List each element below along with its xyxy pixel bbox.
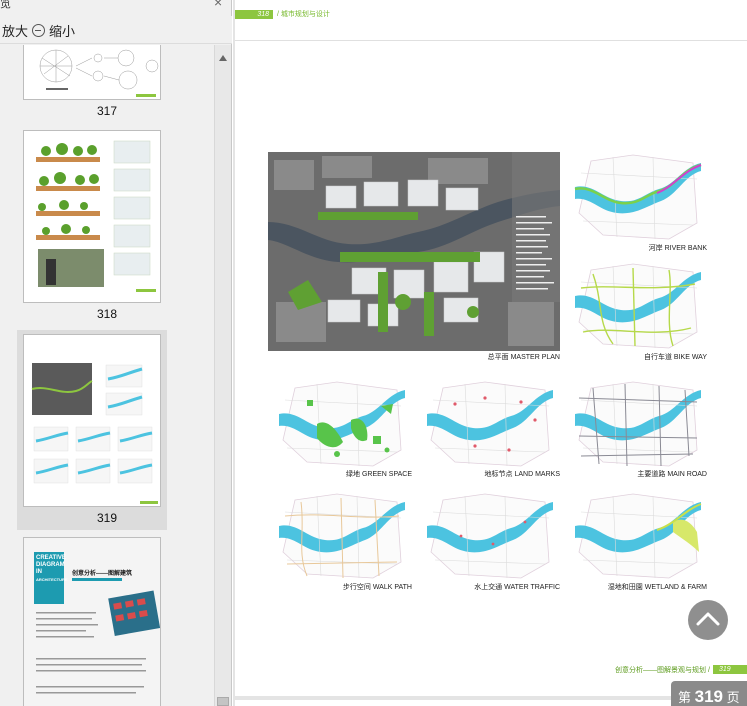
zoom-out-button[interactable]: 缩小 xyxy=(32,21,75,40)
caption-green-space: 绿地 GREEN SPACE xyxy=(346,471,412,478)
thumbnail-320-diagram xyxy=(36,578,160,694)
caption-wetland-farm: 湿地和田園 WETLAND & FARM xyxy=(607,584,707,591)
footer-section-title: 创意分析——图解景观与规划 / xyxy=(615,667,710,674)
thumbnail-label-317: 317 xyxy=(96,104,118,118)
zoom-out-icon xyxy=(32,24,45,37)
thumbnail-label-318: 318 xyxy=(96,307,118,321)
map-river-bank xyxy=(574,154,702,240)
caption-bike-way: 自行车道 BIKE WAY xyxy=(643,354,707,361)
scrollbar-thumb[interactable] xyxy=(217,697,229,706)
master-plan-image xyxy=(268,152,560,351)
zoom-out-label: 缩小 xyxy=(49,24,76,39)
header-page-number: 318 xyxy=(235,10,273,19)
header-section-title: / 城市规划与设计 xyxy=(277,11,330,18)
document-viewer[interactable]: 318 / 城市规划与设计 总平面 MASTER PLAN 河岸 RIVER B… xyxy=(233,0,747,706)
caption-river-bank: 河岸 RIVER BANK xyxy=(648,245,707,252)
page-indicator-prefix: 第 xyxy=(678,690,692,705)
pdf-reader-window: 览 × 放大 缩小 317 318 319 CREATIVE DIAGRAM I… xyxy=(0,0,747,706)
thumbnail-318-diagram xyxy=(36,140,156,292)
panel-header: 览 × xyxy=(0,0,232,10)
map-wetland-farm xyxy=(574,493,702,579)
map-water-traffic xyxy=(426,493,554,579)
caption-water-traffic: 水上交通 WATER TRAFFIC xyxy=(474,584,560,591)
thumbnail-317-diagram xyxy=(39,49,159,97)
thumbnail-page-317[interactable] xyxy=(23,45,161,100)
thumbnail-page-320[interactable]: CREATIVE DIAGRAM IN ARCHITECTURE 创意分析——图… xyxy=(23,537,161,706)
chevron-up-icon xyxy=(696,612,720,626)
map-walk-path xyxy=(278,493,406,579)
map-main-road xyxy=(574,381,702,467)
footer-page-number: 319 xyxy=(713,665,747,674)
page-indicator-suffix: 页 xyxy=(726,690,740,705)
page-indicator-number: 319 xyxy=(694,687,724,706)
map-green-space xyxy=(278,381,406,467)
thumbnail-scrollbar[interactable] xyxy=(214,45,231,706)
zoom-toolbar: 放大 缩小 xyxy=(0,16,232,44)
thumbnail-319-diagram xyxy=(31,363,158,504)
zoom-in-label: 放大 xyxy=(2,24,29,39)
caption-walk-path: 步行空间 WALK PATH xyxy=(342,584,412,591)
thumbnail-label-319: 319 xyxy=(96,511,118,525)
scroll-up-arrow-icon[interactable] xyxy=(219,55,227,61)
caption-main-road: 主要道路 MAIN ROAD xyxy=(637,471,707,478)
thumbnail-panel: 览 × 放大 缩小 317 318 319 CREATIVE DIAGRAM I… xyxy=(0,0,232,706)
panel-title: 览 xyxy=(0,0,11,10)
caption-land-marks: 地标节点 LAND MARKS xyxy=(484,471,560,478)
document-page-319: 318 / 城市规划与设计 总平面 MASTER PLAN 河岸 RIVER B… xyxy=(235,0,747,696)
map-bike-way xyxy=(574,263,702,349)
map-land-marks xyxy=(426,381,554,467)
header-rule xyxy=(235,40,747,41)
thumbnail-list: 317 318 319 CREATIVE DIAGRAM IN ARCHITEC… xyxy=(0,45,214,706)
back-to-top-button[interactable] xyxy=(688,600,728,640)
master-plan-aerial xyxy=(268,152,560,351)
caption-master-plan: 总平面 MASTER PLAN xyxy=(487,354,560,361)
page-indicator: 第 319 页 xyxy=(671,681,747,706)
thumbnail-page-318[interactable] xyxy=(23,130,161,303)
zoom-in-button[interactable]: 放大 xyxy=(2,21,28,40)
thumbnail-page-319[interactable] xyxy=(23,334,161,507)
close-icon[interactable]: × xyxy=(214,0,222,10)
